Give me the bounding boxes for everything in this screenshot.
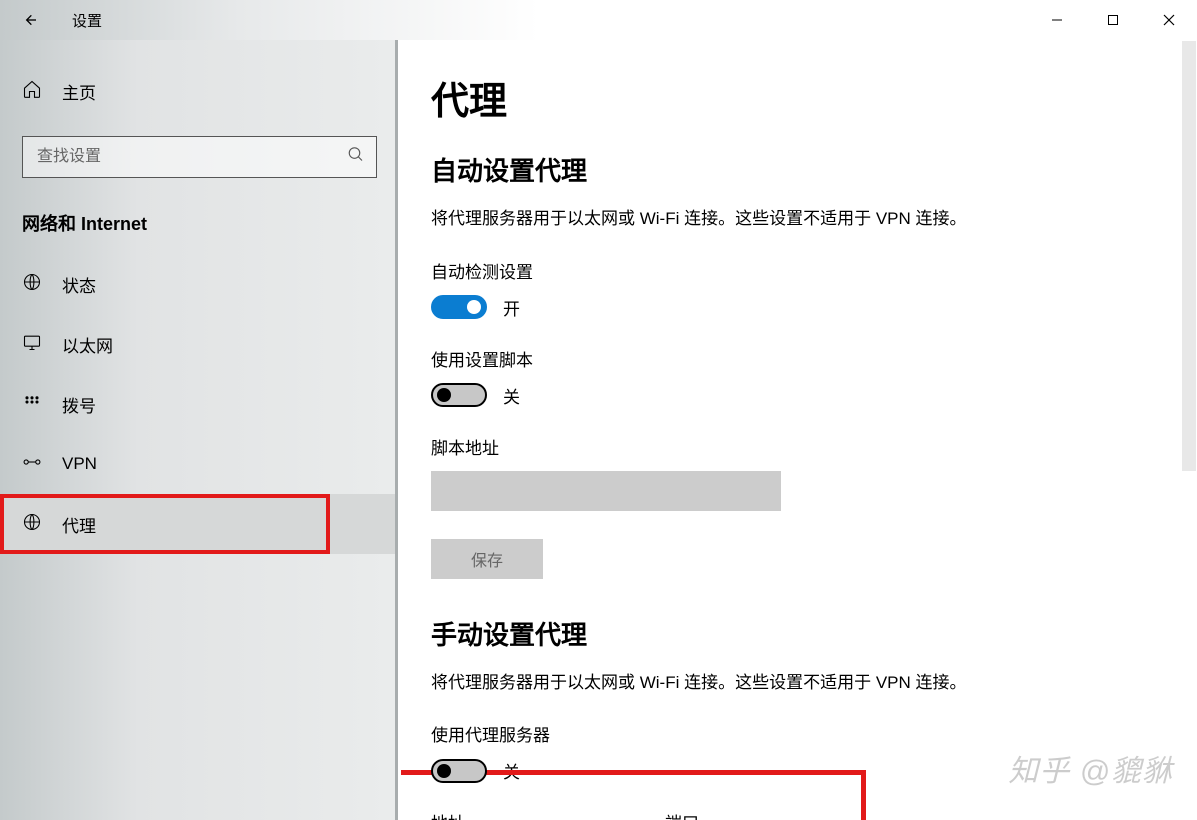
script-toggle-label: 使用设置脚本 [431, 346, 1161, 371]
status-icon [22, 272, 42, 297]
maximize-button[interactable] [1085, 0, 1141, 40]
toggle-knob [437, 764, 451, 778]
use-proxy-toggle[interactable] [431, 759, 487, 783]
toggle-knob [437, 388, 451, 402]
ethernet-icon [22, 332, 42, 357]
sidebar: 主页 网络和 Internet 状态 以太网 拨号 VPN 代理 [0, 40, 398, 820]
back-button[interactable] [0, 0, 60, 40]
script-toggle-state: 关 [503, 383, 520, 408]
app-title: 设置 [72, 10, 102, 31]
sidebar-group-header: 网络和 Internet [22, 210, 395, 236]
save-button[interactable]: 保存 [431, 539, 543, 579]
auto-desc: 将代理服务器用于以太网或 Wi-Fi 连接。这些设置不适用于 VPN 连接。 [431, 206, 1161, 232]
search-icon [347, 146, 365, 169]
script-address-input[interactable] [431, 471, 781, 511]
proxy-icon [22, 512, 42, 537]
port-label: 端口 [665, 809, 699, 820]
home-icon [22, 79, 42, 104]
sidebar-item-status[interactable]: 状态 [0, 254, 395, 314]
sidebar-item-label: 以太网 [62, 332, 113, 357]
use-proxy-state: 关 [503, 758, 520, 783]
auto-detect-state: 开 [503, 295, 520, 320]
dialup-icon [22, 392, 42, 417]
close-icon [1163, 14, 1175, 26]
auto-detect-toggle[interactable] [431, 295, 487, 319]
section-title-manual: 手动设置代理 [431, 615, 1161, 652]
sidebar-item-label: 状态 [62, 272, 96, 297]
manual-desc: 将代理服务器用于以太网或 Wi-Fi 连接。这些设置不适用于 VPN 连接。 [431, 670, 1161, 696]
script-address-label: 脚本地址 [431, 434, 1161, 459]
sidebar-item-proxy[interactable]: 代理 [0, 494, 395, 554]
sidebar-item-label: 拨号 [62, 392, 96, 417]
toggle-knob [467, 300, 481, 314]
sidebar-item-vpn[interactable]: VPN [0, 434, 395, 494]
minimize-button[interactable] [1029, 0, 1085, 40]
sidebar-home[interactable]: 主页 [0, 68, 395, 114]
use-proxy-label: 使用代理服务器 [431, 721, 1161, 746]
close-button[interactable] [1141, 0, 1197, 40]
scrollbar[interactable] [1182, 41, 1196, 471]
vpn-icon [22, 452, 42, 477]
sidebar-home-label: 主页 [62, 79, 96, 104]
titlebar: 设置 [0, 0, 1197, 40]
script-toggle[interactable] [431, 383, 487, 407]
section-title-auto: 自动设置代理 [431, 151, 1161, 188]
sidebar-item-ethernet[interactable]: 以太网 [0, 314, 395, 374]
minimize-icon [1051, 14, 1063, 26]
auto-detect-label: 自动检测设置 [431, 258, 1161, 283]
address-label: 地址 [431, 809, 465, 820]
content-area: 代理 自动设置代理 将代理服务器用于以太网或 Wi-Fi 连接。这些设置不适用于… [401, 40, 1197, 820]
sidebar-item-dialup[interactable]: 拨号 [0, 374, 395, 434]
page-title: 代理 [431, 70, 1161, 125]
back-arrow-icon [22, 12, 38, 28]
search-container [22, 136, 377, 178]
search-input[interactable] [22, 136, 377, 178]
sidebar-item-label: VPN [62, 454, 97, 474]
sidebar-item-label: 代理 [62, 512, 96, 537]
maximize-icon [1107, 14, 1119, 26]
